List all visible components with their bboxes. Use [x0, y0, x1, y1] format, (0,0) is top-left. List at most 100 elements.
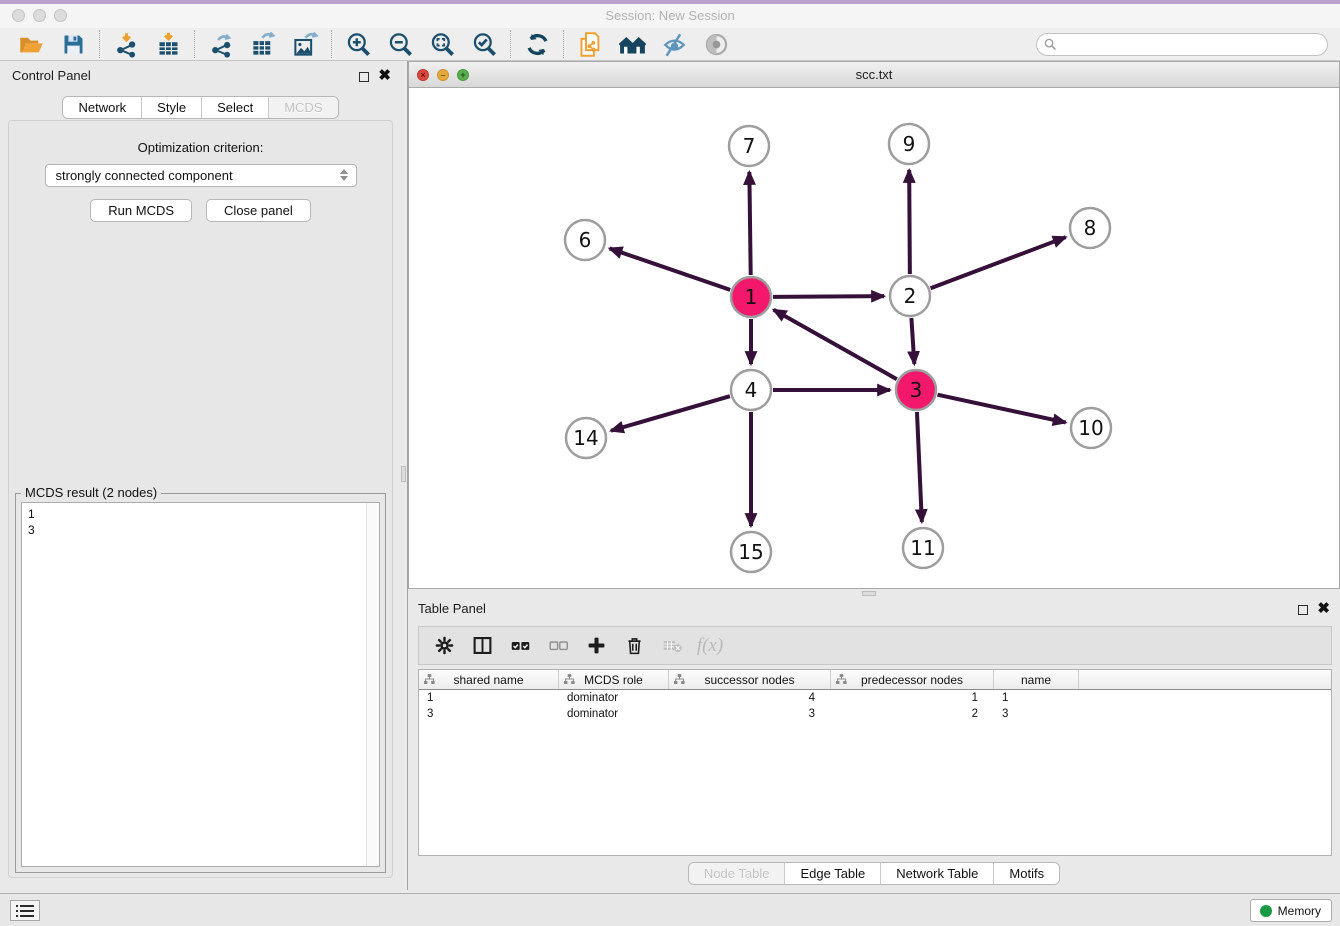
save-session-button[interactable]: [52, 29, 94, 59]
optimization-criterion-select[interactable]: strongly connected component: [45, 164, 357, 187]
open-session-button[interactable]: [10, 29, 52, 59]
network-graph[interactable]: 1 2 3 4 6 7 8 9 10 11 14 15: [409, 88, 1339, 589]
graph-node-4[interactable]: 4: [731, 370, 771, 410]
mcds-result-values: 1 3: [22, 503, 379, 541]
import-network-button[interactable]: [105, 29, 147, 59]
tab-network-table[interactable]: Network Table: [881, 863, 994, 884]
deselect-all-rows-button[interactable]: [541, 631, 575, 661]
network-window-titlebar[interactable]: × – + scc.txt: [409, 62, 1339, 88]
graph-node-1[interactable]: 1: [731, 277, 771, 317]
deselect-all-rows-icon: [548, 635, 569, 656]
select-all-rows-button[interactable]: [503, 631, 537, 661]
table-row[interactable]: 1dominator411: [419, 690, 1331, 706]
graph-node-15[interactable]: 15: [731, 532, 771, 572]
graph-edge-1-7[interactable]: [749, 172, 750, 275]
table-cell[interactable]: 2: [831, 706, 994, 722]
vertical-splitter[interactable]: [401, 61, 408, 890]
column-visibility-icon: [472, 635, 493, 656]
import-table-button[interactable]: [147, 29, 189, 59]
column-header-MCDS-role[interactable]: MCDS role: [559, 670, 669, 689]
graph-node-10[interactable]: 10: [1071, 408, 1111, 448]
delete-table-button[interactable]: [655, 631, 689, 661]
add-column-button[interactable]: [579, 631, 613, 661]
graph-node-9[interactable]: 9: [889, 124, 929, 164]
graph-node-6[interactable]: 6: [565, 220, 605, 260]
table-cell[interactable]: 1: [994, 690, 1079, 706]
graph-edge-3-10[interactable]: [937, 395, 1065, 423]
tab-style[interactable]: Style: [142, 97, 202, 118]
search-input[interactable]: [1036, 33, 1328, 56]
apply-layout-button[interactable]: [516, 29, 558, 59]
hide-selected-icon: [661, 31, 688, 58]
graph-edge-3-11[interactable]: [917, 412, 922, 522]
column-visibility-button[interactable]: [465, 631, 499, 661]
splitter-grip[interactable]: [401, 466, 406, 482]
table-cell[interactable]: 3: [994, 706, 1079, 722]
table-settings-icon: [434, 635, 455, 656]
zoom-in-button[interactable]: [337, 29, 379, 59]
zoom-fit-button[interactable]: [421, 29, 463, 59]
task-history-button[interactable]: [10, 900, 40, 921]
table-cell[interactable]: 3: [669, 706, 831, 722]
graph-node-7[interactable]: 7: [729, 126, 769, 166]
show-all-button[interactable]: [695, 29, 737, 59]
table-cell[interactable]: dominator: [559, 690, 669, 706]
memory-button[interactable]: Memory: [1250, 899, 1332, 922]
float-panel-icon[interactable]: [1298, 605, 1308, 615]
tab-mcds[interactable]: MCDS: [269, 97, 337, 118]
splitter-grip[interactable]: [862, 591, 876, 596]
close-panel-icon[interactable]: ✖: [1317, 602, 1330, 616]
graph-edge-4-14[interactable]: [611, 396, 730, 431]
graph-node-11[interactable]: 11: [903, 528, 943, 568]
zoom-out-button[interactable]: [379, 29, 421, 59]
graph-edge-2-9[interactable]: [909, 170, 910, 274]
column-header-name[interactable]: name: [994, 670, 1079, 689]
network-canvas[interactable]: 1 2 3 4 6 7 8 9 10 11 14 15: [409, 88, 1339, 588]
export-image-button[interactable]: [284, 29, 326, 59]
graph-edge-2-3[interactable]: [911, 318, 914, 364]
zoom-out-icon: [387, 31, 414, 58]
graph-edge-1-6[interactable]: [610, 248, 731, 289]
graph-node-3[interactable]: 3: [896, 370, 936, 410]
graph-node-14[interactable]: 14: [566, 418, 606, 458]
tab-motifs[interactable]: Motifs: [994, 863, 1059, 884]
graph-edge-3-1[interactable]: [774, 310, 897, 379]
column-header-predecessor-nodes[interactable]: predecessor nodes: [831, 670, 994, 689]
export-network-button[interactable]: [200, 29, 242, 59]
table-header-row: shared nameMCDS rolesuccessor nodesprede…: [419, 670, 1331, 690]
close-panel-button[interactable]: Close panel: [206, 199, 311, 222]
table-cell[interactable]: dominator: [559, 706, 669, 722]
tab-select[interactable]: Select: [202, 97, 269, 118]
table-cell[interactable]: 4: [669, 690, 831, 706]
graph-node-8[interactable]: 8: [1070, 208, 1110, 248]
table-settings-button[interactable]: [427, 631, 461, 661]
tab-node-table[interactable]: Node Table: [689, 863, 786, 884]
graph-edge-1-2[interactable]: [773, 296, 884, 297]
graph-edge-2-8[interactable]: [931, 237, 1066, 288]
function-builder-button[interactable]: f(x): [693, 631, 727, 661]
export-table-button[interactable]: [242, 29, 284, 59]
app-titlebar[interactable]: Session: New Session: [0, 4, 1340, 28]
table-row[interactable]: 3dominator323: [419, 706, 1331, 722]
result-scrollbar[interactable]: [366, 503, 379, 866]
horizontal-splitter[interactable]: [408, 589, 1340, 598]
zoom-selected-button[interactable]: [463, 29, 505, 59]
show-all-icon: [703, 31, 730, 58]
criterion-selected-value: strongly connected component: [56, 168, 233, 183]
new-network-from-selection-button[interactable]: [569, 29, 611, 59]
close-panel-icon[interactable]: ✖: [378, 69, 391, 83]
column-header-shared-name[interactable]: shared name: [419, 670, 559, 689]
tab-network[interactable]: Network: [63, 97, 142, 118]
table-cell[interactable]: 3: [419, 706, 559, 722]
tab-edge-table[interactable]: Edge Table: [785, 863, 881, 884]
table-cell[interactable]: 1: [419, 690, 559, 706]
graph-node-2[interactable]: 2: [890, 276, 930, 316]
table-cell[interactable]: 1: [831, 690, 994, 706]
hide-selected-button[interactable]: [653, 29, 695, 59]
float-panel-icon[interactable]: [359, 72, 369, 82]
run-mcds-button[interactable]: Run MCDS: [90, 199, 192, 222]
delete-column-button[interactable]: [617, 631, 651, 661]
mcds-result-textarea[interactable]: 1 3: [21, 502, 380, 867]
column-header-successor-nodes[interactable]: successor nodes: [669, 670, 831, 689]
first-neighbors-button[interactable]: [611, 29, 653, 59]
